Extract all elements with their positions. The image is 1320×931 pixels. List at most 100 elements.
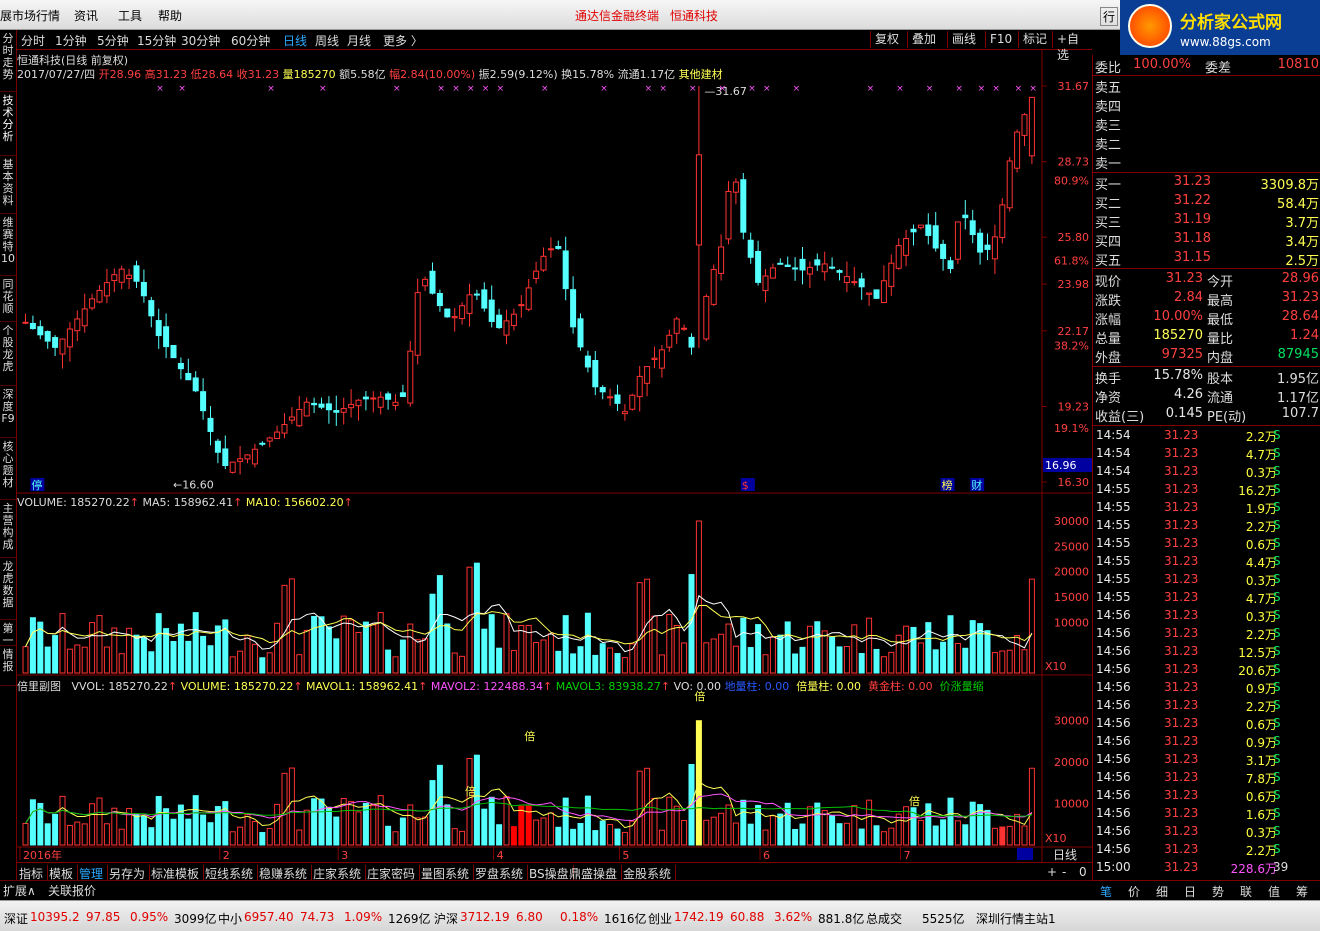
sub-volume-bar	[355, 811, 362, 846]
candle-body	[436, 292, 443, 307]
candle-body	[118, 268, 125, 283]
sub-volume-bar	[917, 819, 924, 846]
quote-sector[interactable]: 其他建材	[679, 68, 723, 81]
left-tab-10[interactable]: 龙虎数据	[0, 558, 16, 620]
total-turnover-label: 总成交	[866, 912, 903, 926]
quote-tab-4[interactable]: 日	[1184, 883, 1196, 900]
left-tab-11[interactable]: 第一	[0, 620, 16, 646]
period-tab-10[interactable]: 更多 〉	[383, 32, 423, 49]
x-tick-label: 6	[763, 849, 770, 862]
sub-volume-bar	[658, 829, 665, 846]
candle-body	[762, 275, 769, 292]
sub-volume-bar	[725, 804, 732, 846]
quote-float: 流通1.17亿	[617, 68, 676, 81]
period-tab-4[interactable]: 15分钟	[137, 32, 176, 49]
left-tab-8[interactable]: 核心题材	[0, 438, 16, 500]
tick-time: 14:56	[1096, 680, 1131, 694]
toolbar-button-5[interactable]: 标记	[1018, 31, 1051, 48]
toolbar-button-2[interactable]: 叠加	[907, 31, 940, 48]
left-tab-6[interactable]: 个股龙虎	[0, 322, 16, 386]
tick-row: 14:55 31.23 2.2万 S	[1093, 518, 1320, 536]
quote-open: 开28.96	[98, 68, 142, 81]
quote-tab-1[interactable]: 笔	[1100, 883, 1112, 900]
volume-bar	[829, 636, 836, 674]
menu-market[interactable]: 展市场行情	[0, 7, 60, 24]
stat-label: 涨幅	[1095, 313, 1122, 328]
candle-body	[518, 304, 525, 307]
nav-control-1[interactable]: +	[1047, 865, 1061, 879]
volume-bar	[947, 615, 954, 674]
expand-button[interactable]: 扩展∧	[3, 882, 36, 899]
volume-bar	[621, 657, 628, 674]
related-quote-button[interactable]: 关联报价	[48, 882, 96, 899]
left-tab-4[interactable]: 维赛特10	[0, 214, 16, 276]
quote-tab-2[interactable]: 价	[1128, 883, 1140, 900]
quote-tab-7[interactable]: 值	[1268, 883, 1280, 900]
quote-tab-5[interactable]: 势	[1212, 883, 1224, 900]
quote-tab-6[interactable]: 联	[1240, 883, 1252, 900]
sub-volume-bar	[1028, 767, 1035, 846]
left-tab-5[interactable]: 同花顺	[0, 276, 16, 322]
menu-help[interactable]: 帮助	[158, 7, 182, 24]
tick-price: 31.23	[1164, 680, 1199, 694]
left-tab-12[interactable]: 情报	[0, 646, 16, 686]
candle-body	[481, 289, 488, 309]
index-value: 6957.40	[244, 910, 294, 924]
candle-body	[725, 190, 732, 240]
candle-body	[244, 454, 251, 460]
sub-volume-bar	[799, 823, 806, 846]
period-tab-9[interactable]: 月线	[347, 32, 371, 49]
tick-row: 14:55 31.23 0.3万 S	[1093, 572, 1320, 590]
signal-marker: ×	[1029, 84, 1037, 94]
stat-label: 总量	[1095, 332, 1122, 347]
left-tab-2[interactable]: 技术分析	[0, 92, 16, 156]
volume-bar	[155, 613, 162, 674]
chart-area[interactable]: 31.67 28.73 25.80 23.98 22.17 19.23 16.30 80.9%…	[17, 50, 1092, 880]
candle-body	[880, 280, 887, 304]
left-tab-1[interactable]: 分时走势	[0, 30, 16, 92]
toolbar-button-6[interactable]: +自选	[1052, 31, 1092, 62]
quote-button[interactable]: 行	[1100, 7, 1119, 26]
kline-chart[interactable]: 31.67 28.73 25.80 23.98 22.17 19.23 16.30 80.9%…	[17, 50, 1092, 880]
period-tab-1[interactable]: 分时	[21, 32, 45, 49]
tick-row: 14:56 31.23 2.2万 S	[1093, 626, 1320, 644]
tick-price: 31.23	[1164, 572, 1199, 586]
tick-volume: 0.3万	[1245, 610, 1277, 624]
volume-bar	[932, 649, 939, 674]
left-tab-9[interactable]: 主营构成	[0, 500, 16, 558]
period-tab-5[interactable]: 30分钟	[181, 32, 220, 49]
sub-diliang: 地量柱: 0.00	[724, 680, 790, 693]
tick-side: S	[1273, 680, 1281, 694]
toolbar-button-3[interactable]: 画线	[947, 31, 980, 48]
menu-tools[interactable]: 工具	[118, 7, 142, 24]
stat2-value2: 1.17亿	[1277, 391, 1319, 406]
signal-marker: ×	[896, 84, 904, 94]
candle-body	[22, 321, 29, 324]
period-tab-2[interactable]: 1分钟	[55, 32, 87, 49]
tick-volume: 16.2万	[1238, 484, 1277, 498]
period-tab-8[interactable]: 周线	[315, 32, 339, 49]
nav-control-2[interactable]: -	[1062, 865, 1070, 879]
period-tab-7[interactable]: 日线	[283, 32, 307, 49]
candle-body	[888, 262, 895, 287]
bid-label: 买一	[1095, 178, 1122, 193]
quote-tab-8[interactable]: 筹	[1296, 883, 1308, 900]
sub-name[interactable]: 倍里副图	[17, 680, 61, 693]
nav-control-3[interactable]: 0	[1079, 865, 1091, 879]
tick-volume: 12.5万	[1238, 646, 1277, 660]
volume-bar	[407, 623, 414, 674]
signal-marker: ×	[748, 84, 756, 94]
left-tab-3[interactable]: 基本资料	[0, 156, 16, 214]
server-name[interactable]: 深圳行情主站1	[976, 910, 1056, 927]
index-change: 74.73	[300, 910, 335, 924]
toolbar-button-4[interactable]: F10	[985, 31, 1016, 48]
period-tab-3[interactable]: 5分钟	[97, 32, 129, 49]
menu-news[interactable]: 资讯	[74, 7, 98, 24]
sub-volume-bar	[459, 830, 466, 846]
left-tab-7[interactable]: 深度F9	[0, 386, 16, 438]
volume-bar	[444, 623, 451, 674]
toolbar-button-1[interactable]: 复权	[870, 31, 903, 48]
quote-tab-3[interactable]: 细	[1156, 883, 1168, 900]
sub-vvol: VVOL: 185270.22	[71, 680, 168, 693]
period-tab-6[interactable]: 60分钟	[231, 32, 270, 49]
